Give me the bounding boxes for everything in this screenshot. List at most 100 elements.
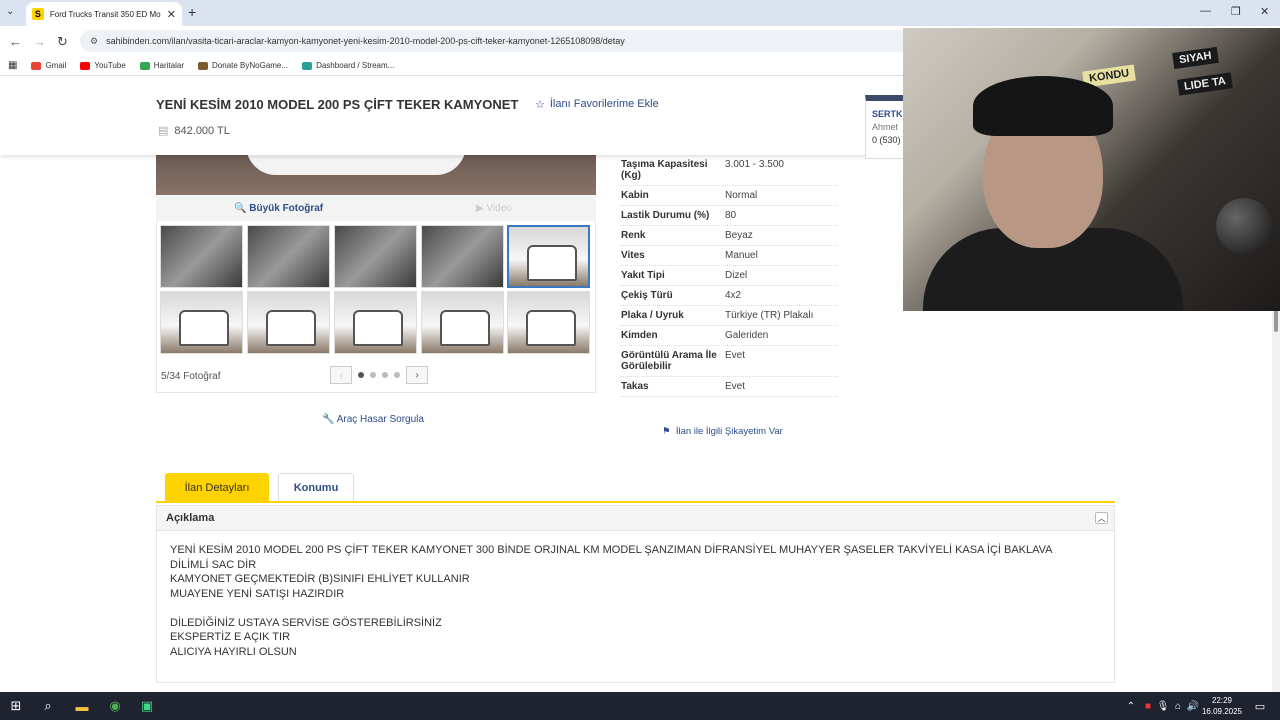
- chrome-icon[interactable]: ◉: [107, 698, 123, 714]
- apps-icon[interactable]: ▦: [8, 60, 17, 71]
- tab-location[interactable]: Konumu: [278, 473, 354, 502]
- photo-count: 5/34 Fotoğraf: [161, 371, 221, 382]
- thumbnail-2[interactable]: [247, 225, 330, 288]
- detail-key: Taşıma Kapasitesi (Kg): [621, 159, 708, 181]
- thumbnail-8[interactable]: [334, 291, 417, 354]
- collapse-icon[interactable]: ︿: [1095, 512, 1108, 524]
- description-line: MUAYENE YENİ SATIŞI HAZIRDIR: [170, 587, 345, 600]
- windows-start-icon[interactable]: ⊞: [8, 698, 24, 714]
- description-body: YENİ KESİM 2010 MODEL 200 PS ÇİFT TEKER …: [156, 531, 1115, 683]
- next-page-button[interactable]: ›: [406, 366, 428, 384]
- thumbnail-4[interactable]: [421, 225, 504, 288]
- site-info-icon[interactable]: ⚙: [90, 36, 98, 47]
- bookmark-youtube[interactable]: YouTube: [80, 61, 126, 70]
- donate-icon: [198, 61, 209, 70]
- detail-value: Normal: [725, 190, 758, 201]
- tab-listing-details[interactable]: İlan Detayları: [165, 473, 269, 502]
- youtube-icon: [80, 61, 91, 70]
- clock[interactable]: 22:29 16.09.2025: [1202, 695, 1242, 717]
- thumbnail-10[interactable]: [507, 291, 590, 354]
- add-favorite-link[interactable]: ☆ İlanı Favorilerime Ekle: [535, 98, 659, 111]
- volume-icon[interactable]: 🔊: [1185, 698, 1201, 714]
- dashboard-icon: [302, 61, 313, 70]
- thumbnail-3[interactable]: [334, 225, 417, 288]
- headset: [973, 76, 1113, 136]
- notifications-icon[interactable]: ▭: [1252, 698, 1268, 714]
- detail-key: Plaka / Uyruk: [621, 310, 684, 321]
- site-favicon-icon: S: [32, 8, 44, 20]
- new-tab-icon[interactable]: +: [188, 4, 196, 20]
- bookmark-donate[interactable]: Donate ByNoGame...: [198, 61, 288, 70]
- page-dot[interactable]: [394, 372, 400, 378]
- thumbnail-9[interactable]: [421, 291, 504, 354]
- windows-taskbar: ⊞ ⌕ ▬ ◉ ▣ ⌃ ■ 🎙 ⌂ 🔊 22:29 16.09.2025 ▭: [0, 692, 1280, 720]
- big-photo-button[interactable]: 🔍 Büyük Fotoğraf: [234, 203, 323, 214]
- detail-value: Galeriden: [725, 330, 769, 341]
- damage-query-link[interactable]: 🔧 Araç Hasar Sorgula: [322, 414, 424, 425]
- minimize-icon[interactable]: —: [1200, 5, 1211, 17]
- close-window-icon[interactable]: ✕: [1260, 5, 1269, 18]
- detail-row: Plaka / Uyruk Türkiye (TR) Plakalı: [620, 306, 838, 326]
- restore-icon[interactable]: ❐: [1231, 5, 1241, 18]
- description-line: YENİ KESİM 2010 MODEL 200 PS ÇİFT TEKER …: [170, 544, 1053, 556]
- webcam-banner-2: LIDE TA: [1177, 72, 1233, 96]
- close-tab-icon[interactable]: ✕: [167, 8, 176, 21]
- complaint-link[interactable]: ⚑ İlan ile İlgili Şikayetim Var: [662, 426, 783, 437]
- back-icon[interactable]: ←: [9, 34, 22, 49]
- detail-row: Renk Beyaz: [620, 226, 838, 246]
- tray-app-icon[interactable]: ■: [1140, 698, 1156, 714]
- app-icon[interactable]: ▣: [139, 698, 155, 714]
- address-bar[interactable]: ⚙ sahibinden.com/ilan/vasita-ticari-arac…: [80, 30, 920, 52]
- detail-value: 3.001 - 3.500: [725, 159, 784, 170]
- detail-row: Kabin Normal: [620, 186, 838, 206]
- description-title: Açıklama: [166, 512, 215, 524]
- bookmark-maps[interactable]: Haritalar: [139, 61, 184, 70]
- bookmark-dashboard[interactable]: Dashboard / Stream...: [302, 61, 394, 70]
- detail-key: Görüntülü Arama İle Görülebilir: [621, 350, 717, 372]
- gear-knob: [1216, 198, 1272, 254]
- chevron-up-icon[interactable]: ⌃: [1123, 698, 1139, 714]
- gmail-icon: [31, 61, 42, 70]
- detail-key: Yakıt Tipi: [621, 270, 665, 281]
- detail-value: Türkiye (TR) Plakalı: [725, 310, 814, 321]
- detail-value: Beyaz: [725, 230, 753, 241]
- listing-title: YENİ KESİM 2010 MODEL 200 PS ÇİFT TEKER …: [156, 97, 519, 112]
- reload-icon[interactable]: ↻: [57, 34, 68, 50]
- thumbnail-6[interactable]: [160, 291, 243, 354]
- detail-row: Vites Manuel: [620, 246, 838, 266]
- scroll-thumb[interactable]: [1274, 310, 1278, 332]
- forward-icon[interactable]: →: [33, 34, 46, 49]
- thumbnail-5-selected[interactable]: [507, 225, 590, 288]
- search-icon[interactable]: ⌕: [40, 698, 56, 714]
- bookmark-gmail[interactable]: Gmail: [31, 61, 66, 70]
- details-table: Taşıma Kapasitesi (Kg) 3.001 - 3.500 Kabin…: [620, 155, 838, 397]
- detail-value: 4x2: [725, 290, 742, 301]
- thumbnail-1[interactable]: [160, 225, 243, 288]
- mic-icon[interactable]: 🎙: [1155, 698, 1171, 714]
- tab-title: Ford Trucks Transit 350 ED Mod: [49, 9, 161, 19]
- webcam-banner-1: SIYAH: [1172, 46, 1219, 70]
- detail-value: Evet: [725, 350, 746, 361]
- detail-row: Görüntülü Arama İle Görülebilir Evet: [620, 346, 838, 377]
- thumbnail-7[interactable]: [247, 291, 330, 354]
- photo-tools: 🔍 Büyük Fotoğraf ▶ Video: [156, 195, 596, 221]
- flag-icon: ⚑: [662, 426, 671, 437]
- url-text: sahibinden.com/ilan/vasita-ticari-aracla…: [106, 36, 625, 46]
- detail-key: Lastik Durumu (%): [621, 210, 710, 221]
- network-icon[interactable]: ⌂: [1170, 698, 1186, 714]
- main-photo[interactable]: [156, 145, 596, 195]
- detail-key: Çekiş Türü: [621, 290, 673, 301]
- detail-key: Renk: [621, 230, 646, 241]
- page-dot[interactable]: [382, 372, 388, 378]
- file-explorer-icon[interactable]: ▬: [74, 698, 90, 714]
- price-tag-icon: ▤: [158, 125, 169, 137]
- video-button[interactable]: ▶ Video: [476, 203, 512, 214]
- page-dot[interactable]: [370, 372, 376, 378]
- prev-page-button[interactable]: ‹: [330, 366, 352, 384]
- detail-key: Kimden: [621, 330, 658, 341]
- detail-row: Takas Evet: [620, 377, 838, 397]
- page-dot[interactable]: [358, 372, 364, 378]
- maps-icon: [139, 61, 150, 70]
- browser-tab[interactable]: S Ford Trucks Transit 350 ED Mod ✕: [26, 2, 182, 26]
- tab-search-icon[interactable]: ⌄: [6, 6, 14, 17]
